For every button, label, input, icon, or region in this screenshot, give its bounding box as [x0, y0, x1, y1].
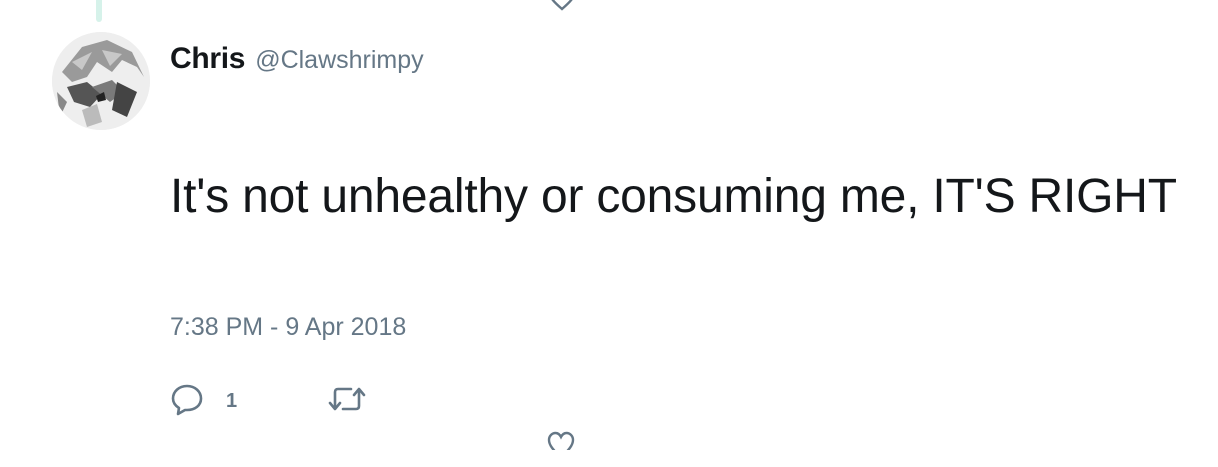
user-handle[interactable]: @Clawshrimpy	[255, 46, 423, 75]
retweet-icon	[327, 384, 367, 419]
tweet-timestamp[interactable]: 7:38 PM - 9 Apr 2018	[170, 313, 406, 342]
reply-count: 1	[226, 390, 238, 412]
display-name[interactable]: Chris	[170, 42, 245, 76]
heart-icon[interactable]	[546, 430, 576, 450]
retweet-button[interactable]	[327, 384, 367, 419]
thread-connector-line	[96, 0, 102, 22]
tweet-text: It's not unhealthy or consuming me, IT'S…	[170, 170, 1177, 223]
tweet-header: Chris @Clawshrimpy	[170, 42, 424, 76]
tweet-actions: 1	[170, 382, 367, 421]
reply-icon	[170, 382, 204, 421]
avatar[interactable]	[52, 32, 150, 130]
reply-button[interactable]: 1	[170, 382, 237, 421]
heart-icon[interactable]	[548, 0, 576, 14]
